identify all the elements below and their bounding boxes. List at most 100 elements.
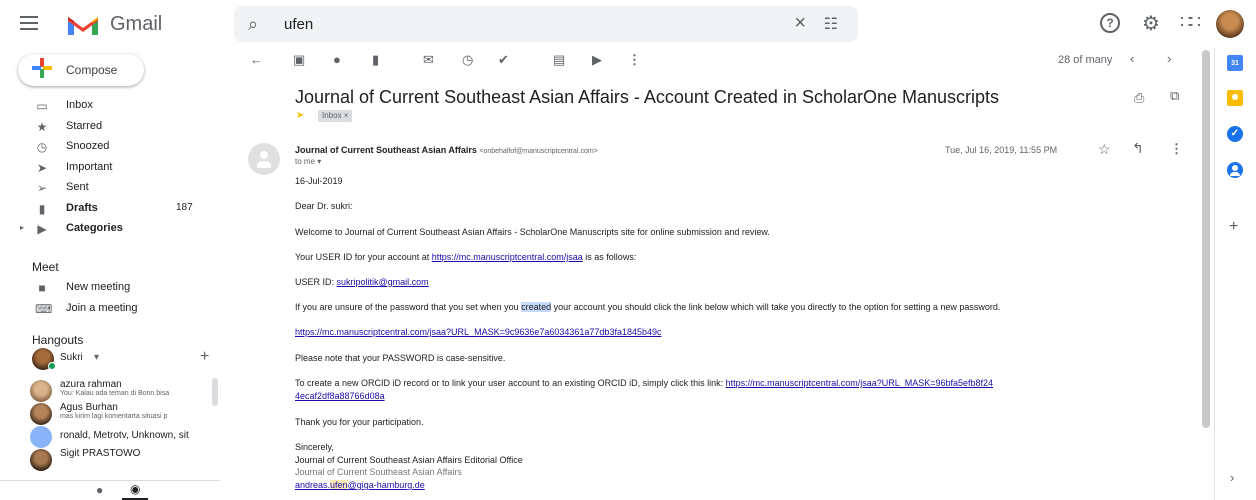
labels-icon[interactable]: ▶ xyxy=(592,52,602,68)
message-more-icon[interactable]: ⋮ xyxy=(1170,141,1183,157)
compose-button[interactable]: Compose xyxy=(18,54,144,86)
hangouts-section-title: Hangouts xyxy=(32,333,84,347)
new-window-icon[interactable]: ⧉ xyxy=(1170,88,1179,104)
sidebar-item-categories[interactable]: ▸ ▶ Categories xyxy=(0,219,220,240)
snooze-icon[interactable]: ◷ xyxy=(462,52,473,68)
calendar-icon[interactable]: 31 xyxy=(1227,55,1243,71)
recipient-details[interactable]: to me ▾ xyxy=(295,157,321,166)
star-icon: ★ xyxy=(36,119,48,134)
chat-bottom-bar: ● ◉ xyxy=(0,480,220,500)
contact-name: Agus Burhan xyxy=(60,402,118,413)
search-input[interactable]: ufen xyxy=(284,16,313,33)
report-spam-icon[interactable]: ● xyxy=(333,52,341,67)
text: andreas. xyxy=(295,480,331,490)
archive-icon[interactable]: ▣ xyxy=(293,52,305,68)
new-meeting-button[interactable]: ■ New meeting xyxy=(0,278,220,298)
text: USER ID: xyxy=(295,277,337,287)
chevron-down-icon[interactable]: ▾ xyxy=(94,352,99,363)
top-bar: Gmail ⌕ ufen × ☷ ? ⚙ ∷∷ xyxy=(0,0,1256,48)
avatar xyxy=(30,380,52,402)
person-icon[interactable]: ● xyxy=(96,483,103,497)
online-status-dot xyxy=(48,362,56,370)
newer-chevron-icon[interactable]: ‹ xyxy=(1130,51,1134,66)
list-item[interactable]: Sigit PRASTOWO xyxy=(30,447,220,471)
inbox-label-chip[interactable]: Inbox × xyxy=(318,110,353,122)
print-icon[interactable]: ⎙ xyxy=(1134,90,1144,106)
sidebar-item-snoozed[interactable]: ◷ Snoozed xyxy=(0,137,220,158)
body-welcome: Welcome to Journal of Current Southeast … xyxy=(295,227,770,237)
keyboard-icon: ⌨ xyxy=(35,302,53,316)
chat-bubble-icon[interactable]: ◉ xyxy=(130,482,140,496)
search-bar[interactable]: ⌕ ufen × ☷ xyxy=(234,6,858,42)
apps-grid-icon[interactable]: ∷∷ xyxy=(1180,12,1201,33)
main-menu-icon[interactable] xyxy=(20,16,38,30)
gmail-logo[interactable] xyxy=(66,13,100,37)
sidebar-item-starred[interactable]: ★ Starred xyxy=(0,117,220,138)
body-sincerely: Sincerely, xyxy=(295,442,334,452)
body-reset-line: https://mc.manuscriptcentral.com/jsaa?UR… xyxy=(295,327,662,337)
sender-info: Journal of Current Southeast Asian Affai… xyxy=(295,145,598,155)
body-orcid-line: To create a new ORCID iD record or to li… xyxy=(295,378,993,388)
hangouts-scrollbar[interactable] xyxy=(212,378,218,406)
main-scrollbar-thumb[interactable] xyxy=(1202,50,1210,428)
hangouts-self[interactable]: Sukri ▾ + xyxy=(32,346,222,370)
new-meeting-label: New meeting xyxy=(66,281,131,293)
jsaa-link[interactable]: https://mc.manuscriptcentral.com/jsaa xyxy=(432,252,583,262)
add-to-tasks-icon[interactable]: ✔ xyxy=(498,52,509,68)
contact-message: mas kirim lagi komentarta situasi p xyxy=(60,413,168,420)
body-journal: Journal of Current Southeast Asian Affai… xyxy=(295,467,462,477)
orcid-link[interactable]: https://mc.manuscriptcentral.com/jsaa?UR… xyxy=(726,378,993,388)
sidebar-item-important[interactable]: ➤ Important xyxy=(0,158,220,179)
star-icon[interactable]: ☆ xyxy=(1098,141,1111,158)
get-addons-icon[interactable]: + xyxy=(1229,218,1238,236)
signature-email-link[interactable]: andreas.ufen@giga-hamburg.de xyxy=(295,480,425,490)
keep-icon[interactable] xyxy=(1227,90,1243,106)
compose-plus-icon xyxy=(32,58,52,78)
show-side-panel-icon[interactable]: › xyxy=(1230,470,1234,485)
expand-caret-icon[interactable]: ▸ xyxy=(20,223,24,232)
hangouts-contact-list: azura rahman You: Kalau ada teman di Bon… xyxy=(30,378,220,488)
list-item[interactable]: azura rahman You: Kalau ada teman di Bon… xyxy=(30,378,220,402)
search-highlight: created xyxy=(521,302,552,312)
inbox-icon: ▭ xyxy=(36,99,48,113)
group-avatar xyxy=(30,426,52,448)
sidebar-item-drafts[interactable]: ▮ Drafts 187 xyxy=(0,199,220,220)
list-item[interactable]: Agus Burhan mas kirim lagi komentarta si… xyxy=(30,401,220,425)
join-meeting-label: Join a meeting xyxy=(66,302,138,314)
sidebar-item-label: Drafts xyxy=(66,201,98,214)
move-to-icon[interactable]: ▤ xyxy=(553,52,565,68)
list-item[interactable]: ronald, Metrotv, Unknown, sit xyxy=(30,424,220,448)
search-options-icon[interactable]: ☷ xyxy=(824,14,838,34)
sidebar-item-label: Snoozed xyxy=(66,140,110,152)
sender-name: Journal of Current Southeast Asian Affai… xyxy=(295,145,477,155)
video-camera-icon: ■ xyxy=(38,281,46,295)
text: is as follows: xyxy=(582,252,637,262)
back-arrow-icon[interactable]: ← xyxy=(250,52,263,67)
reset-password-link[interactable]: https://mc.manuscriptcentral.com/jsaa?UR… xyxy=(295,327,662,337)
more-options-icon[interactable]: ⋮ xyxy=(628,52,641,68)
tasks-icon[interactable]: ✓ xyxy=(1227,126,1243,142)
search-icon[interactable]: ⌕ xyxy=(248,14,258,35)
older-chevron-icon[interactable]: › xyxy=(1167,51,1171,66)
contacts-icon[interactable] xyxy=(1227,162,1243,178)
body-office: Journal of Current Southeast Asian Affai… xyxy=(295,455,523,465)
reply-icon[interactable]: ↰ xyxy=(1132,140,1144,157)
settings-gear-icon[interactable]: ⚙ xyxy=(1142,11,1160,36)
account-avatar[interactable] xyxy=(1216,10,1244,38)
sidebar-item-sent[interactable]: ➢ Sent xyxy=(0,178,220,199)
join-meeting-button[interactable]: ⌨ Join a meeting xyxy=(0,299,220,319)
pager-count: 28 of many xyxy=(1058,54,1113,66)
userid-email-link[interactable]: sukripolitik@gmail.com xyxy=(337,277,429,287)
text: @giga-hamburg.de xyxy=(347,480,425,490)
add-icon[interactable]: + xyxy=(200,348,209,366)
mark-unread-icon[interactable]: ✉ xyxy=(423,52,434,68)
delete-icon[interactable]: ▮ xyxy=(372,52,379,68)
orcid-link-continued[interactable]: 4ecaf2df8a88766d08a xyxy=(295,391,385,401)
clear-search-icon[interactable]: × xyxy=(794,12,806,35)
sidebar-item-label: Important xyxy=(66,160,113,173)
sidebar-item-inbox[interactable]: ▭ Inbox xyxy=(0,96,220,117)
important-marker-icon[interactable]: ➤ xyxy=(296,110,304,121)
body-userid-line: Your USER ID for your account at https:/… xyxy=(295,252,636,262)
body-orcid-line-2: 4ecaf2df8a88766d08a xyxy=(295,391,385,401)
help-icon[interactable]: ? xyxy=(1100,13,1120,33)
